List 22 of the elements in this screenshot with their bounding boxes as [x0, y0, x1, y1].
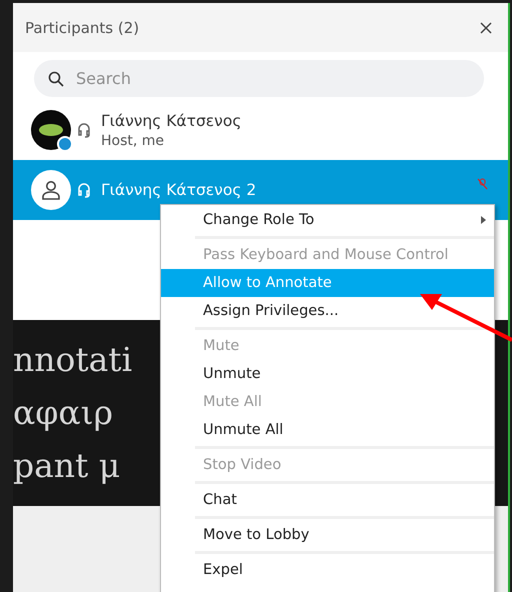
menu-item[interactable]: Assign Privileges... — [161, 297, 494, 325]
search-icon — [48, 70, 64, 86]
headset-icon — [77, 122, 91, 138]
menu-item[interactable]: Unmute All — [161, 416, 494, 444]
menu-item[interactable]: Unmute — [161, 360, 494, 388]
menu-item[interactable]: Chat — [161, 486, 494, 514]
status-badge — [57, 136, 73, 152]
person-icon — [41, 180, 61, 200]
menu-item[interactable]: Expel — [161, 556, 494, 584]
participant-name: Γιάννης Κάτσενος — [101, 112, 242, 130]
participant-name: Γιάννης Κάτσενος 2 — [101, 181, 256, 199]
submenu-arrow-icon — [481, 216, 486, 224]
search-field[interactable]: Search — [34, 60, 484, 97]
search-input[interactable]: Search — [74, 68, 470, 89]
slide-text: αφαιρ — [13, 392, 114, 434]
slide-text: pant μ — [13, 445, 120, 487]
slide-text: nnotati — [13, 339, 132, 381]
menu-item[interactable]: Move to Lobby — [161, 521, 494, 549]
participant-role: Host, me — [101, 132, 166, 148]
avatar-picture — [38, 122, 64, 138]
panel-title: Participants (2) — [25, 18, 140, 36]
headset-icon — [77, 182, 91, 198]
